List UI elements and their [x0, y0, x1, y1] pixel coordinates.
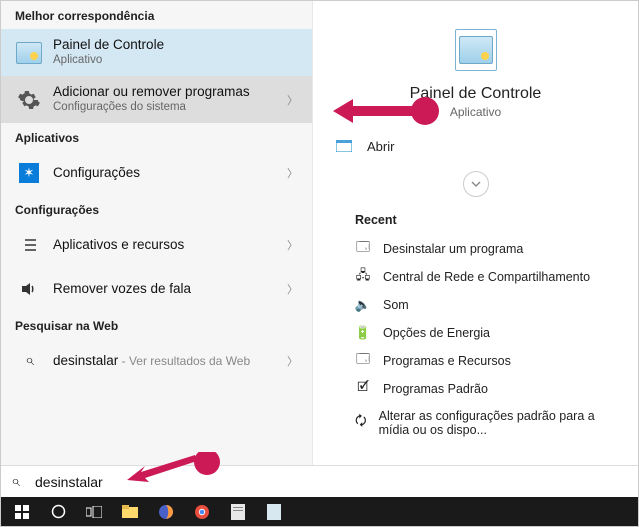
- section-best-match: Melhor correspondência: [1, 1, 312, 29]
- recent-item-icon: 🗘: [355, 415, 367, 431]
- search-bar[interactable]: [1, 465, 638, 497]
- recent-item[interactable]: 🔋Opções de Energia: [313, 319, 638, 347]
- result-aplicativos-recursos[interactable]: Aplicativos e recursos 〉: [1, 223, 312, 267]
- open-action[interactable]: Abrir: [313, 127, 638, 165]
- recent-item-icon: 🔋: [355, 325, 371, 341]
- section-web: Pesquisar na Web: [1, 311, 312, 339]
- recent-item-icon: 🗹: [355, 381, 371, 397]
- recent-item-icon: 🗔: [355, 241, 371, 257]
- control-panel-icon: [15, 39, 43, 67]
- taskbar-app[interactable]: [221, 498, 255, 525]
- control-panel-icon: [455, 29, 497, 71]
- result-web-search[interactable]: desinstalar - Ver resultados da Web 〉: [1, 339, 312, 383]
- search-input[interactable]: [35, 474, 628, 490]
- task-view-button[interactable]: [77, 498, 111, 525]
- gear-icon: [15, 86, 43, 114]
- chevron-right-icon: 〉: [287, 165, 298, 181]
- result-configuracoes[interactable]: ✶ Configurações 〉: [1, 151, 312, 195]
- recent-item[interactable]: 🗔Programas e Recursos: [313, 347, 638, 375]
- recent-item-icon: 🔈: [355, 297, 371, 313]
- search-icon: [15, 347, 43, 375]
- result-remover-vozes[interactable]: Remover vozes de fala 〉: [1, 267, 312, 311]
- start-button[interactable]: [5, 498, 39, 525]
- result-adicionar-remover-programas[interactable]: Adicionar ou remover programas Configura…: [1, 76, 312, 123]
- cortana-button[interactable]: [41, 498, 75, 525]
- recent-item[interactable]: 🗹Programas Padrão: [313, 375, 638, 403]
- recent-item[interactable]: 🗔Desinstalar um programa: [313, 235, 638, 263]
- chevron-right-icon: 〉: [287, 281, 298, 297]
- open-icon: [335, 137, 353, 155]
- list-icon: [15, 231, 43, 259]
- recent-item-icon: 🗔: [355, 353, 371, 369]
- recent-label: Recent: [313, 207, 638, 235]
- chevron-right-icon: 〉: [287, 353, 298, 369]
- expand-button[interactable]: [463, 171, 489, 197]
- preview-panel: Painel de Controle Aplicativo Abrir Rece…: [313, 1, 638, 469]
- taskbar-app-2[interactable]: [257, 498, 291, 525]
- chevron-right-icon: 〉: [287, 237, 298, 253]
- taskbar-firefox[interactable]: [149, 498, 183, 525]
- chevron-right-icon: 〉: [287, 92, 298, 108]
- result-painel-de-controle[interactable]: Painel de Controle Aplicativo: [1, 29, 312, 76]
- preview-title: Painel de Controle: [313, 85, 638, 103]
- section-settings: Configurações: [1, 195, 312, 223]
- settings-icon: ✶: [15, 159, 43, 187]
- preview-subtitle: Aplicativo: [313, 105, 638, 119]
- search-icon: [11, 473, 29, 491]
- taskbar-file-explorer[interactable]: [113, 498, 147, 525]
- speaker-icon: [15, 275, 43, 303]
- taskbar-chrome[interactable]: [185, 498, 219, 525]
- recent-item[interactable]: 🔈Som: [313, 291, 638, 319]
- taskbar: [1, 497, 638, 526]
- recent-item[interactable]: 🗘Alterar as configurações padrão para a …: [313, 403, 638, 443]
- recent-item-icon: 🖧: [355, 269, 371, 285]
- section-apps: Aplicativos: [1, 123, 312, 151]
- results-panel: Melhor correspondência Painel de Control…: [1, 1, 313, 469]
- recent-item[interactable]: 🖧Central de Rede e Compartilhamento: [313, 263, 638, 291]
